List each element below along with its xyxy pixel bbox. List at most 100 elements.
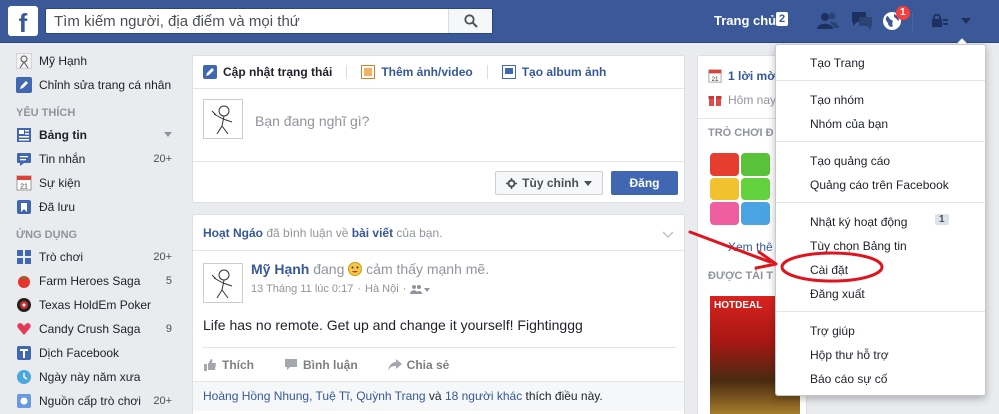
sidebar-item-edit-profile[interactable]: Chỉnh sửa trang cá nhân xyxy=(0,73,182,97)
game-thumbnail[interactable] xyxy=(741,202,770,225)
menu-item-news-feed-preferences[interactable]: Tùy chọn Bảng tin xyxy=(810,239,907,253)
account-menu-button[interactable] xyxy=(954,10,978,32)
story-object-link[interactable]: bài viết xyxy=(352,226,393,240)
tab-update-status[interactable]: Cập nhật trạng thái xyxy=(203,65,332,79)
sidebar-item-label: Đã lưu xyxy=(39,200,76,214)
svg-text:21: 21 xyxy=(20,184,28,191)
friend-requests-button[interactable] xyxy=(816,10,840,32)
menu-item-settings[interactable]: Cài đặt xyxy=(810,263,848,277)
strawberry-icon xyxy=(16,273,32,289)
avatar xyxy=(203,99,243,139)
post-likes-summary: Hoàng Hồng Nhung, Tuệ Tĩ, Quỳnh Trang và… xyxy=(193,381,684,411)
sidebar-item-texas-holdem[interactable]: Texas HoldEm Poker xyxy=(0,293,182,317)
friends-audience-icon[interactable] xyxy=(410,284,431,294)
sidebar-item-translate[interactable]: Dịch Facebook xyxy=(0,341,182,365)
chevron-down-icon xyxy=(164,132,172,137)
menu-item-activity-log[interactable]: Nhật ký hoạt động xyxy=(810,215,907,229)
sidebar-item-on-this-day[interactable]: Ngày này năm xưa xyxy=(0,365,182,389)
sidebar-item-profile[interactable]: Mỹ Hạnh xyxy=(0,49,182,73)
comment-button[interactable]: Bình luận xyxy=(284,358,358,372)
post-options-button[interactable] xyxy=(662,228,674,242)
game-thumbnail[interactable] xyxy=(710,153,739,176)
likers-names[interactable]: Hoàng Hồng Nhung, Tuệ Tĩ, Quỳnh Trang xyxy=(203,389,426,403)
account-dropdown-menu: Tạo Trang Tạo nhóm Nhóm của bạn Tạo quản… xyxy=(775,44,986,396)
album-icon xyxy=(501,65,516,79)
game-thumbnails[interactable] xyxy=(710,153,770,225)
composer-input-area[interactable]: Bạn đang nghĩ gì? xyxy=(193,89,684,159)
game-thumbnail[interactable] xyxy=(710,177,739,201)
sidebar-item-saved[interactable]: Đã lưu xyxy=(0,195,182,219)
menu-item-support-inbox[interactable]: Hộp thư hỗ trợ xyxy=(810,348,889,362)
sidebar-item-label: Trò chơi xyxy=(39,250,84,264)
privacy-lock-icon xyxy=(932,13,948,27)
home-link[interactable]: Trang chủ xyxy=(714,13,776,28)
game-thumbnail[interactable] xyxy=(741,153,770,176)
menu-item-log-out[interactable]: Đăng xuất xyxy=(810,287,865,301)
menu-item-report-problem[interactable]: Báo cáo sự cố xyxy=(810,372,887,386)
post-button[interactable]: Đăng xyxy=(611,171,678,195)
sidebar-item-label: Nguồn cấp trò chơi xyxy=(39,394,141,408)
sidebar-item-game-feed[interactable]: Nguồn cấp trò chơi 20+ xyxy=(0,389,182,413)
feeling-text: cảm thấy mạnh mẽ. xyxy=(362,261,490,277)
menu-item-create-page[interactable]: Tạo Trang xyxy=(810,56,865,70)
favorites-heading: YÊU THÍCH xyxy=(16,107,76,119)
tab-add-photo-video[interactable]: Thêm ảnh/video xyxy=(361,65,473,79)
sidebar-item-label: Chỉnh sửa trang cá nhân xyxy=(39,78,172,92)
likers-and: và xyxy=(425,389,445,403)
messages-button[interactable] xyxy=(850,10,874,32)
share-button[interactable]: Chia sẻ xyxy=(387,358,449,372)
menu-item-facebook-ads[interactable]: Quảng cáo trên Facebook xyxy=(810,178,949,192)
audience-selector-button[interactable]: Tùy chỉnh xyxy=(495,171,603,195)
like-button[interactable]: Thích xyxy=(203,358,254,372)
sidebar-item-games[interactable]: Trò chơi 20+ xyxy=(0,245,182,269)
status-composer: Cập nhật trạng thái Thêm ảnh/video Tạo a… xyxy=(192,55,685,203)
menu-item-your-groups[interactable]: Nhóm của bạn xyxy=(810,117,888,131)
sidebar-item-label: Mỹ Hạnh xyxy=(39,54,88,68)
menu-separator xyxy=(776,311,985,312)
tab-separator xyxy=(346,65,348,79)
post-author-name[interactable]: Mỹ Hạnh xyxy=(251,261,309,277)
game-thumbnail[interactable] xyxy=(710,202,739,225)
story-text-end: của bạn. xyxy=(393,226,443,240)
avatar[interactable] xyxy=(203,263,243,303)
sidebar-item-events[interactable]: 21 Sự kiện xyxy=(0,171,182,195)
like-label: Thích xyxy=(222,357,254,372)
apps-heading: ỨNG DỤNG xyxy=(16,229,78,241)
likers-others-link[interactable]: 18 người khác xyxy=(445,389,522,403)
tab-label: Tạo album ảnh xyxy=(521,65,607,79)
sidebar-options-chevron[interactable] xyxy=(164,129,172,141)
event-invites-link[interactable]: 1 lời mờ xyxy=(728,69,776,83)
sidebar-item-label: Farm Heroes Saga xyxy=(39,274,141,288)
friends-icon xyxy=(817,12,839,29)
menu-item-help[interactable]: Trợ giúp xyxy=(810,324,855,338)
menu-item-create-group[interactable]: Tạo nhóm xyxy=(810,93,864,107)
sidebar-item-label: Bảng tin xyxy=(39,128,87,142)
post-location[interactable]: Hà Nội xyxy=(365,283,399,295)
menu-separator xyxy=(776,141,985,142)
post-timestamp[interactable]: 13 Tháng 11 lúc 0:17 xyxy=(251,283,353,295)
sidebar-item-farm-heroes[interactable]: Farm Heroes Saga 5 xyxy=(0,269,182,293)
search-button[interactable] xyxy=(448,9,492,33)
search-input[interactable] xyxy=(46,9,446,33)
game-thumbnail[interactable] xyxy=(741,177,770,201)
heart-icon xyxy=(16,321,32,337)
sidebar-item-candy-crush[interactable]: Candy Crush Saga 9 xyxy=(0,317,182,341)
top-navigation-bar: f Trang chủ 2 1 xyxy=(0,0,999,43)
sidebar-item-label: Texas HoldEm Poker xyxy=(39,298,152,312)
tab-create-album[interactable]: Tạo album ảnh xyxy=(501,65,607,79)
see-more-link[interactable]: Xem thê xyxy=(728,240,773,254)
facebook-logo[interactable]: f xyxy=(8,6,38,36)
privacy-shortcuts-button[interactable] xyxy=(928,10,952,32)
story-actor-link[interactable]: Hoạt Ngáo xyxy=(203,226,263,240)
search-box xyxy=(45,8,493,34)
gift-icon xyxy=(708,96,722,106)
sidebar-item-messages[interactable]: Tin nhắn 20+ xyxy=(0,147,182,171)
story-text: đã bình luận về xyxy=(263,226,352,240)
comment-icon xyxy=(285,359,297,370)
clock-icon xyxy=(16,369,32,385)
meta-separator: · xyxy=(402,283,407,295)
sidebar-item-news-feed[interactable]: Bảng tin xyxy=(0,123,182,147)
menu-item-create-ad[interactable]: Tạo quảng cáo xyxy=(810,154,890,168)
sidebar-item-label: Tin nhắn xyxy=(39,152,86,166)
composer-tabs: Cập nhật trạng thái Thêm ảnh/video Tạo a… xyxy=(193,56,684,89)
